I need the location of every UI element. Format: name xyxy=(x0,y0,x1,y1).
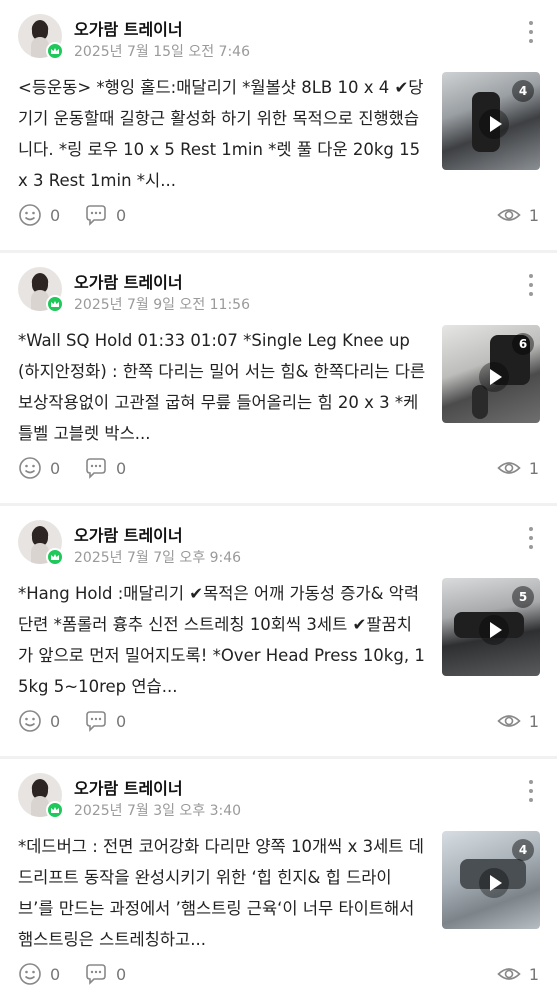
crown-icon xyxy=(46,295,64,313)
post-date: 2025년 7월 9일 오전 11:56 xyxy=(74,297,250,313)
post-card[interactable]: 오가람 트레이너 2025년 7월 7일 오후 9:46 *Hang Hold … xyxy=(0,506,557,759)
crown-icon xyxy=(46,548,64,566)
more-vertical-icon[interactable] xyxy=(523,271,539,299)
comment-bubble-icon xyxy=(86,964,106,985)
post-feed: 오가람 트레이너 2025년 7월 15일 오전 7:46 <등운동> *행잉 … xyxy=(0,0,557,1000)
play-icon[interactable] xyxy=(479,362,509,392)
post-card[interactable]: 오가람 트레이너 2025년 7월 15일 오전 7:46 <등운동> *행잉 … xyxy=(0,0,557,253)
like-count: 0 xyxy=(50,711,61,731)
comment-count: 0 xyxy=(116,205,127,225)
comment-count: 0 xyxy=(116,458,127,478)
video-thumbnail[interactable]: 5 xyxy=(442,578,540,676)
view-stat: 1 xyxy=(497,706,539,736)
media-count-badge: 4 xyxy=(512,839,534,861)
comment-button[interactable]: 0 xyxy=(84,200,126,230)
crown-icon xyxy=(46,801,64,819)
comment-bubble-icon xyxy=(86,205,106,226)
video-thumbnail[interactable]: 4 xyxy=(442,72,540,170)
view-stat: 1 xyxy=(497,959,539,989)
like-count: 0 xyxy=(50,205,61,225)
like-button[interactable]: 0 xyxy=(18,453,60,483)
media-count-badge: 5 xyxy=(512,586,534,608)
view-count: 1 xyxy=(528,964,539,984)
author-name[interactable]: 오가람 트레이너 xyxy=(74,522,183,546)
post-footer: 0 0 1 xyxy=(18,200,539,230)
comment-count: 0 xyxy=(116,711,127,731)
like-button[interactable]: 0 xyxy=(18,200,60,230)
crown-icon xyxy=(46,42,64,60)
post-footer: 0 0 1 xyxy=(18,959,539,989)
post-card[interactable]: 오가람 트레이너 2025년 7월 3일 오후 3:40 *데드버그 : 전면 … xyxy=(0,759,557,1000)
like-button[interactable]: 0 xyxy=(18,706,60,736)
post-card[interactable]: 오가람 트레이너 2025년 7월 9일 오전 11:56 *Wall SQ H… xyxy=(0,253,557,506)
view-count: 1 xyxy=(528,711,539,731)
post-header: 오가람 트레이너 2025년 7월 9일 오전 11:56 xyxy=(18,267,539,317)
video-thumbnail[interactable]: 4 xyxy=(442,831,540,929)
video-thumbnail[interactable]: 6 xyxy=(442,325,540,423)
post-text[interactable]: *Hang Hold :매달리기 ✔목적은 어깨 가동성 증가& 악력단련 *폼… xyxy=(18,578,426,702)
author-name[interactable]: 오가람 트레이너 xyxy=(74,775,183,799)
more-vertical-icon[interactable] xyxy=(523,777,539,805)
like-button[interactable]: 0 xyxy=(18,959,60,989)
media-count-badge: 4 xyxy=(512,80,534,102)
view-count: 1 xyxy=(528,458,539,478)
smiley-icon xyxy=(19,457,41,479)
comment-bubble-icon xyxy=(86,711,106,732)
eye-icon xyxy=(497,715,521,727)
more-vertical-icon[interactable] xyxy=(523,524,539,552)
media-count-badge: 6 xyxy=(512,333,534,355)
eye-icon xyxy=(497,462,521,474)
post-text[interactable]: *데드버그 : 전면 코어강화 다리만 양쪽 10개씩 x 3세트 데드리프트 … xyxy=(18,831,426,955)
author-name[interactable]: 오가람 트레이너 xyxy=(74,269,183,293)
post-date: 2025년 7월 15일 오전 7:46 xyxy=(74,44,250,60)
smiley-icon xyxy=(19,204,41,226)
author-name[interactable]: 오가람 트레이너 xyxy=(74,16,183,40)
view-count: 1 xyxy=(528,205,539,225)
smiley-icon xyxy=(19,710,41,732)
comment-count: 0 xyxy=(116,964,127,984)
post-header: 오가람 트레이너 2025년 7월 15일 오전 7:46 xyxy=(18,14,539,64)
post-footer: 0 0 1 xyxy=(18,453,539,483)
comment-button[interactable]: 0 xyxy=(84,706,126,736)
post-header: 오가람 트레이너 2025년 7월 7일 오후 9:46 xyxy=(18,520,539,570)
like-count: 0 xyxy=(50,458,61,478)
like-count: 0 xyxy=(50,964,61,984)
post-footer: 0 0 1 xyxy=(18,706,539,736)
post-header: 오가람 트레이너 2025년 7월 3일 오후 3:40 xyxy=(18,773,539,823)
comment-button[interactable]: 0 xyxy=(84,959,126,989)
play-icon[interactable] xyxy=(479,868,509,898)
play-icon[interactable] xyxy=(479,615,509,645)
view-stat: 1 xyxy=(497,453,539,483)
post-date: 2025년 7월 7일 오후 9:46 xyxy=(74,550,242,566)
post-text[interactable]: <등운동> *행잉 홀드:매달리기 *월볼샷 8LB 10 x 4 ✔당기기 운… xyxy=(18,72,426,196)
eye-icon xyxy=(497,209,521,221)
post-date: 2025년 7월 3일 오후 3:40 xyxy=(74,803,242,819)
eye-icon xyxy=(497,968,521,980)
post-text[interactable]: *Wall SQ Hold 01:33 01:07 *Single Leg Kn… xyxy=(18,325,426,449)
comment-button[interactable]: 0 xyxy=(84,453,126,483)
play-icon[interactable] xyxy=(479,109,509,139)
view-stat: 1 xyxy=(497,200,539,230)
more-vertical-icon[interactable] xyxy=(523,18,539,46)
comment-bubble-icon xyxy=(86,458,106,479)
smiley-icon xyxy=(19,963,41,985)
